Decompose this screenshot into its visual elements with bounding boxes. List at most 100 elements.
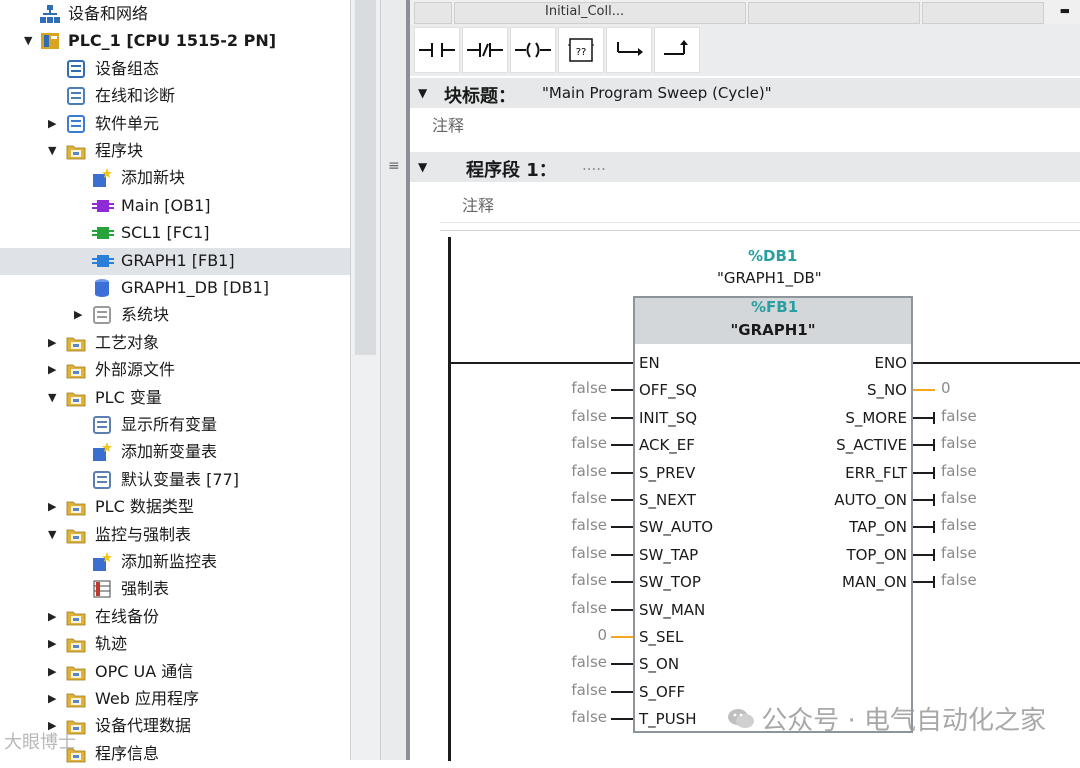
expand-arrow-icon[interactable]: ▶ bbox=[48, 500, 60, 514]
instance-db-name[interactable]: "GRAPH1_DB" bbox=[717, 269, 822, 287]
network-comment[interactable]: 注释 bbox=[462, 192, 494, 216]
input-pin-line bbox=[611, 444, 633, 447]
coil-button[interactable] bbox=[510, 27, 556, 73]
fb-input-pin: S_OFF bbox=[639, 682, 686, 701]
tree-item-label: 轨迹 bbox=[95, 634, 128, 654]
input-pin-line bbox=[611, 471, 633, 474]
tree-item[interactable]: 添加新变量表 bbox=[0, 439, 350, 466]
tree-item[interactable]: SCL1 [FC1] bbox=[0, 220, 350, 247]
tree-item[interactable]: GRAPH1_DB [DB1] bbox=[0, 275, 350, 302]
nc-contact-button[interactable] bbox=[462, 27, 508, 73]
input-actual-value[interactable]: false bbox=[545, 599, 607, 617]
input-actual-value[interactable]: false bbox=[545, 379, 607, 397]
input-pin-line bbox=[611, 608, 633, 611]
tree-item[interactable]: ▶ PLC 数据类型 bbox=[0, 494, 350, 521]
tree-item[interactable]: 默认变量表 [77] bbox=[0, 467, 350, 494]
expand-arrow-icon[interactable]: ▶ bbox=[48, 336, 60, 350]
network-comment-area[interactable]: 注释 bbox=[440, 184, 1080, 223]
tab-scroll-icon[interactable]: ▬ bbox=[1060, 4, 1070, 17]
collapse-arrow-icon[interactable]: ▼ bbox=[48, 528, 60, 542]
output-actual-value[interactable]: false bbox=[941, 571, 977, 589]
tab-initial[interactable]: Initial_Coll... bbox=[454, 2, 746, 24]
input-actual-value[interactable]: false bbox=[545, 462, 607, 480]
tree-item[interactable]: ▶ 外部源文件 bbox=[0, 357, 350, 384]
expand-arrow-icon[interactable]: ▶ bbox=[74, 308, 86, 322]
tab-second[interactable] bbox=[748, 2, 920, 24]
input-actual-value[interactable]: false bbox=[545, 407, 607, 425]
tree-item[interactable]: ▶ 在线备份 bbox=[0, 604, 350, 631]
fb-input-pin: OFF_SQ bbox=[639, 381, 697, 400]
tree-item[interactable]: ▼ PLC 变量 bbox=[0, 385, 350, 412]
tree-item-label: PLC_1 [CPU 1515-2 PN] bbox=[68, 31, 277, 51]
output-actual-value[interactable]: false bbox=[941, 462, 977, 480]
tree-item[interactable]: ▼ PLC_1 [CPU 1515-2 PN] bbox=[0, 28, 350, 55]
output-actual-value[interactable]: false bbox=[941, 516, 977, 534]
tree-item[interactable]: 设备组态 bbox=[0, 56, 350, 83]
expand-arrow-icon[interactable]: ▶ bbox=[48, 610, 60, 624]
block-title-header[interactable]: ▼ 块标题： "Main Program Sweep (Cycle)" bbox=[410, 78, 1080, 108]
expand-arrow-icon[interactable]: ▶ bbox=[48, 637, 60, 651]
tree-item[interactable]: 显示所有变量 bbox=[0, 412, 350, 439]
input-actual-value[interactable]: false bbox=[545, 516, 607, 534]
graph-fb-box[interactable]: %FB1 "GRAPH1" EN OFF_SQ INIT_SQ ACK_EF S_PRE… bbox=[633, 296, 913, 733]
input-actual-value[interactable]: false bbox=[545, 434, 607, 452]
empty-box-button[interactable]: ?? bbox=[558, 27, 604, 73]
fb-input-pin: SW_AUTO bbox=[639, 518, 714, 537]
tree-item-label: 监控与强制表 bbox=[95, 524, 192, 544]
block-title-collapse-icon[interactable]: ▼ bbox=[418, 86, 427, 100]
network-title-placeholder[interactable]: ..... bbox=[582, 156, 606, 174]
tree-item[interactable]: 强制表 bbox=[0, 576, 350, 603]
tab-third[interactable] bbox=[922, 2, 1044, 24]
input-actual-value[interactable]: false bbox=[545, 681, 607, 699]
tree-item[interactable]: ▶ 系统块 bbox=[0, 302, 350, 329]
input-actual-value[interactable]: false bbox=[545, 571, 607, 589]
input-actual-value[interactable]: false bbox=[545, 653, 607, 671]
collapse-arrow-icon[interactable]: ▼ bbox=[48, 144, 60, 158]
network-1-header[interactable]: ▼ 程序段 1： ..... bbox=[410, 152, 1080, 182]
expand-arrow-icon[interactable]: ▶ bbox=[48, 363, 60, 377]
collapse-arrow-icon[interactable]: ▼ bbox=[48, 391, 60, 405]
panel-splitter[interactable]: ≡ bbox=[380, 0, 408, 760]
close-branch-button[interactable] bbox=[654, 27, 700, 73]
tab-overview[interactable] bbox=[414, 2, 452, 24]
tree-item[interactable]: Main [OB1] bbox=[0, 193, 350, 220]
output-actual-value[interactable]: false bbox=[941, 544, 977, 562]
output-actual-value[interactable]: false bbox=[941, 407, 977, 425]
tree-item[interactable]: ▼ 程序块 bbox=[0, 138, 350, 165]
output-actual-value[interactable]: false bbox=[941, 489, 977, 507]
network-collapse-icon[interactable]: ▼ bbox=[418, 160, 427, 174]
tree-item[interactable]: 设备和网络 bbox=[0, 1, 350, 28]
expand-arrow-icon[interactable]: ▶ bbox=[48, 665, 60, 679]
project-tree-scrollbar[interactable] bbox=[350, 0, 381, 760]
input-actual-value[interactable]: false bbox=[545, 489, 607, 507]
tree-item[interactable]: ▼ 监控与强制表 bbox=[0, 522, 350, 549]
output-actual-value[interactable]: 0 bbox=[941, 379, 951, 397]
block-comment[interactable]: 注释 bbox=[432, 112, 464, 136]
tree-item[interactable]: ▶ Web 应用程序 bbox=[0, 686, 350, 713]
expand-arrow-icon[interactable]: ▶ bbox=[48, 692, 60, 706]
open-branch-button[interactable] bbox=[606, 27, 652, 73]
output-actual-value[interactable]: false bbox=[941, 434, 977, 452]
tree-item[interactable]: GRAPH1 [FB1] bbox=[0, 247, 350, 275]
tree-item[interactable]: 在线和诊断 bbox=[0, 83, 350, 110]
block-title-value[interactable]: "Main Program Sweep (Cycle)" bbox=[542, 84, 772, 102]
input-actual-value[interactable]: 0 bbox=[545, 626, 607, 644]
tree-item-label: 设备代理数据 bbox=[95, 716, 192, 736]
collapse-arrow-icon[interactable]: ▼ bbox=[24, 34, 36, 48]
expand-arrow-icon[interactable]: ▶ bbox=[48, 117, 60, 131]
splitter-grip-icon[interactable]: ≡ bbox=[388, 158, 400, 174]
tree-item[interactable]: ▶ 工艺对象 bbox=[0, 330, 350, 357]
tree-item[interactable]: ▶ 软件单元 bbox=[0, 111, 350, 138]
input-actual-value[interactable]: false bbox=[545, 544, 607, 562]
project-tree-scroll-thumb[interactable] bbox=[355, 0, 376, 355]
tree-item[interactable]: ▶ 轨迹 bbox=[0, 631, 350, 658]
tree-item[interactable]: 添加新监控表 bbox=[0, 549, 350, 576]
tab-initial-label: Initial_Coll... bbox=[545, 4, 625, 19]
instance-db-address: %DB1 bbox=[748, 247, 798, 265]
tree-item[interactable]: 添加新块 bbox=[0, 165, 350, 192]
output-pin-line bbox=[913, 553, 935, 556]
tree-item[interactable]: ▶ OPC UA 通信 bbox=[0, 659, 350, 686]
fb-input-pin: S_PREV bbox=[639, 463, 696, 482]
no-contact-button[interactable] bbox=[414, 27, 460, 73]
input-actual-value[interactable]: false bbox=[545, 708, 607, 726]
